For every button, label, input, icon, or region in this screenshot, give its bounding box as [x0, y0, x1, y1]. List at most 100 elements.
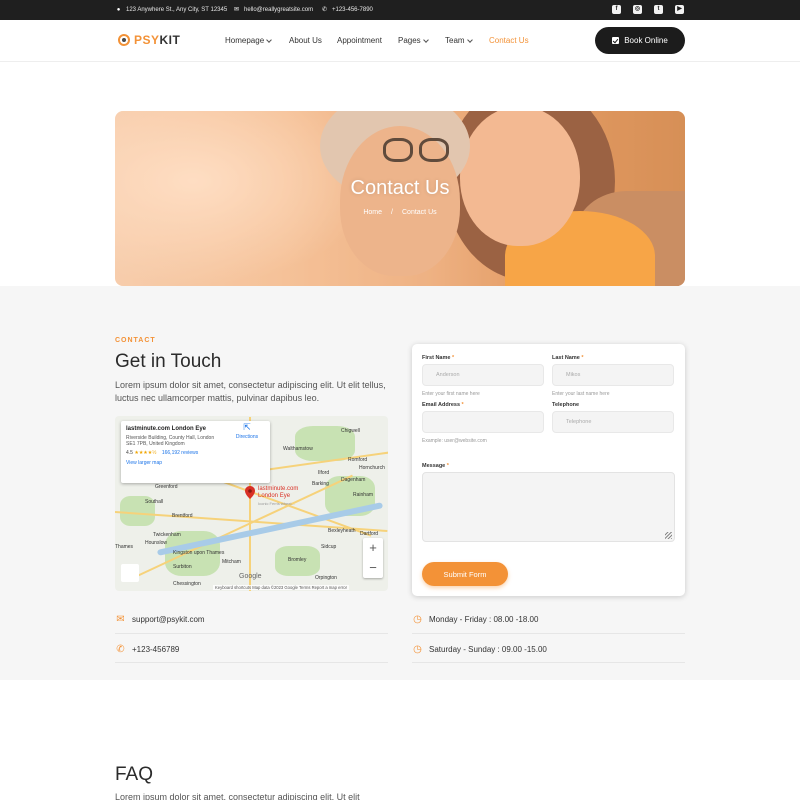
nav-homepage-label: Homepage [225, 36, 265, 45]
map-place-label: Dartford [360, 531, 379, 537]
page-title: Contact Us [350, 177, 450, 199]
book-online-label: Book Online [624, 36, 668, 45]
breadcrumb-home[interactable]: Home [363, 209, 382, 216]
contact-email-text[interactable]: support@psykit.com [132, 615, 205, 624]
hours-weekend-text: Saturday - Sunday : 09.00 -15.00 [429, 645, 547, 654]
contact-email[interactable]: ✉ support@psykit.com [115, 614, 205, 625]
contact-phone-text[interactable]: +123-456789 [132, 645, 179, 654]
topbar-email[interactable]: ✉ hello@reallygreatsite.com [233, 0, 313, 20]
map-directions-label: Directions [235, 434, 259, 440]
hours-weekday: ◷ Monday - Friday : 08.00 -18.00 [412, 614, 538, 625]
map-place-label: Sidcup [321, 544, 337, 550]
email-input[interactable] [422, 411, 544, 433]
section-eyebrow: CONTACT [115, 337, 156, 344]
map-marker-icon[interactable] [245, 486, 255, 499]
calendar-check-icon [612, 37, 620, 44]
divider [115, 662, 388, 663]
telephone-input[interactable]: Telephone [552, 411, 674, 433]
last-name-input[interactable]: Mikos [552, 364, 674, 386]
hours-weekday-text: Monday - Friday : 08.00 -18.00 [429, 615, 539, 624]
last-name-label: Last Name * [552, 355, 584, 361]
map-credits[interactable]: Keyboard shortcuts Map data ©2023 Google… [213, 585, 349, 590]
contact-phone[interactable]: ✆ +123-456789 [115, 644, 179, 655]
topbar-email-text[interactable]: hello@reallygreatsite.com [244, 7, 313, 13]
message-label: Message * [422, 463, 449, 469]
map-place-label: Twickenham [153, 532, 181, 538]
topbar-phone[interactable]: ✆ +123-456-7890 [321, 0, 373, 20]
map-place-label: Dagenham [341, 477, 366, 483]
location-pin-icon: ● [116, 6, 121, 13]
nav-appointment-label: Appointment [337, 36, 382, 45]
nav-about-us[interactable]: About Us [289, 36, 322, 45]
map-place-label: Rainham [353, 492, 374, 498]
first-name-help: Enter your first name here [422, 391, 480, 397]
street-view-pegman-icon[interactable] [121, 564, 139, 582]
map-place-label: Hounslow [145, 540, 167, 546]
map-rating: 4.5 ★★★★½ 166,192 reviews [126, 450, 265, 456]
map-place-label: Orpington [315, 575, 337, 581]
book-online-button[interactable]: Book Online [595, 27, 685, 54]
map-place-label: Walthamstow [283, 446, 313, 452]
map-place-address: Riverside Building, County Hall, London … [126, 435, 215, 447]
nav-team[interactable]: Team [445, 36, 473, 45]
youtube-icon[interactable]: ▶ [675, 5, 684, 14]
section-lead: Lorem ipsum dolor sit amet, consectetur … [115, 380, 386, 403]
map-place-label: Chessington [173, 581, 201, 587]
phone-icon: ✆ [116, 644, 125, 655]
clock-icon: ◷ [413, 644, 422, 655]
nav-contact-us[interactable]: Contact Us [489, 36, 529, 45]
map-place-label: Barking [312, 481, 329, 487]
nav-pages[interactable]: Pages [398, 36, 429, 45]
page-hero-banner: Contact Us Home / Contact Us [115, 111, 685, 286]
brain-logo-icon [118, 34, 130, 46]
zoom-in-button[interactable]: + [363, 538, 383, 558]
site-logo[interactable]: PSYKIT [118, 33, 180, 47]
map-place-label: Greenford [155, 484, 178, 490]
chevron-down-icon [466, 36, 473, 43]
map-directions-button[interactable]: ⇱ Directions [227, 423, 267, 441]
divider [412, 662, 685, 663]
email-label: Email Address * [422, 402, 464, 408]
nav-homepage[interactable]: Homepage [225, 36, 272, 45]
topbar-phone-text[interactable]: +123-456-7890 [332, 7, 373, 13]
first-name-input[interactable]: Anderson [422, 364, 544, 386]
twitter-icon[interactable]: t [654, 5, 663, 14]
instagram-icon[interactable]: ◎ [633, 5, 642, 14]
email-help: Example: user@website.com [422, 438, 487, 444]
zoom-out-button[interactable]: − [363, 558, 383, 578]
faq-heading: FAQ [115, 764, 154, 785]
resize-handle-icon[interactable] [665, 532, 672, 539]
nav-appointment[interactable]: Appointment [337, 36, 382, 45]
map-place-label: Bromley [288, 557, 307, 563]
nav-about-label: About Us [289, 36, 322, 45]
map-place-label: Ilford [318, 470, 330, 476]
nav-team-label: Team [445, 36, 465, 45]
embedded-map[interactable]: Chigwell Walthamstow Romford Hornchurch … [115, 416, 388, 591]
clock-icon: ◷ [413, 614, 422, 625]
breadcrumb: Home / Contact Us [115, 209, 685, 216]
map-place-label: Brentford [172, 513, 193, 519]
map-place-label: Southall [145, 499, 164, 505]
view-larger-map-link[interactable]: View larger map [126, 460, 265, 466]
envelope-icon: ✉ [116, 614, 125, 625]
contact-form: First Name * Anderson Enter your first n… [412, 344, 685, 596]
telephone-label: Telephone [552, 402, 580, 408]
map-place-label: Bexleyheath [328, 528, 356, 534]
top-info-bar: ● 123 Anywhere St., Any City, ST 12345 ✉… [0, 0, 800, 20]
nav-contact-label: Contact Us [489, 36, 529, 45]
section-heading: Get in Touch [115, 351, 222, 372]
envelope-icon: ✉ [233, 6, 240, 13]
submit-form-button[interactable]: Submit Form [422, 562, 508, 586]
breadcrumb-separator: / [391, 209, 393, 216]
map-reviews-link[interactable]: 166,192 reviews [162, 450, 198, 456]
logo-text: PSYKIT [134, 33, 181, 47]
message-textarea[interactable] [422, 472, 675, 542]
chevron-down-icon [422, 36, 429, 43]
star-rating-icon: ★★★★½ [134, 450, 157, 456]
map-zoom-controls: + − [363, 538, 383, 578]
facebook-icon[interactable]: f [612, 5, 621, 14]
map-marker-label: lastminute.com London Eye Iconic Ferris … [258, 486, 299, 506]
map-rating-value: 4.5 [126, 450, 133, 456]
chevron-down-icon [266, 36, 272, 43]
map-place-label: Hornchurch [359, 465, 385, 471]
